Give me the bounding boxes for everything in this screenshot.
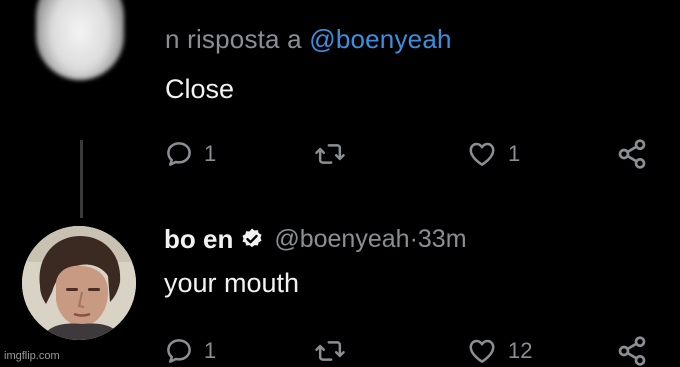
tweet-timestamp[interactable]: 33m — [418, 225, 467, 254]
like-count: 1 — [508, 141, 521, 166]
retweet-button[interactable] — [314, 331, 346, 367]
reply-button[interactable]: 1 — [164, 331, 216, 367]
like-button[interactable]: 1 — [466, 134, 520, 174]
heart-icon — [469, 339, 495, 363]
reply-count: 1 — [204, 141, 217, 166]
reply-tweet-text: your mouth — [164, 268, 300, 298]
retweet-icon — [315, 341, 345, 361]
replying-to-line: n risposta a @boenyeah — [165, 24, 452, 55]
like-button[interactable]: 12 — [466, 331, 532, 367]
reply-author-avatar[interactable] — [22, 226, 136, 340]
parent-tweet-actions: 1 1 — [164, 134, 664, 174]
reply-bubble-icon — [167, 142, 191, 166]
author-display-name[interactable]: bo en — [164, 224, 233, 255]
share-icon — [618, 139, 646, 169]
parent-header-cropped — [165, 0, 545, 4]
retweet-icon — [315, 144, 345, 164]
share-icon — [618, 336, 646, 366]
parent-avatar[interactable] — [36, 0, 124, 80]
author-handle[interactable]: @boenyeah — [274, 225, 409, 254]
thread-connector-line — [80, 140, 83, 218]
heart-icon — [469, 142, 495, 166]
retweet-button[interactable] — [314, 134, 346, 174]
replying-to-label: n risposta a — [165, 24, 310, 54]
replying-to-handle-link[interactable]: @boenyeah — [309, 24, 451, 54]
tweet-thread-screenshot: n risposta a @boenyeah Close 1 1 bo en @… — [0, 0, 680, 367]
reply-button[interactable]: 1 — [164, 134, 216, 174]
meta-separator: · — [409, 224, 418, 253]
share-button[interactable] — [616, 331, 648, 367]
verified-badge-icon — [240, 227, 264, 251]
profile-photo — [22, 226, 136, 340]
share-button[interactable] — [616, 134, 648, 174]
reply-author-header: bo en @boenyeah · 33m — [164, 221, 467, 257]
reply-count: 1 — [204, 338, 217, 363]
parent-tweet-text: Close — [165, 74, 235, 104]
imgflip-watermark: imgflip.com — [4, 350, 60, 362]
like-count: 12 — [508, 338, 533, 363]
reply-bubble-icon — [167, 339, 191, 363]
reply-tweet-actions: 1 12 — [164, 331, 664, 367]
